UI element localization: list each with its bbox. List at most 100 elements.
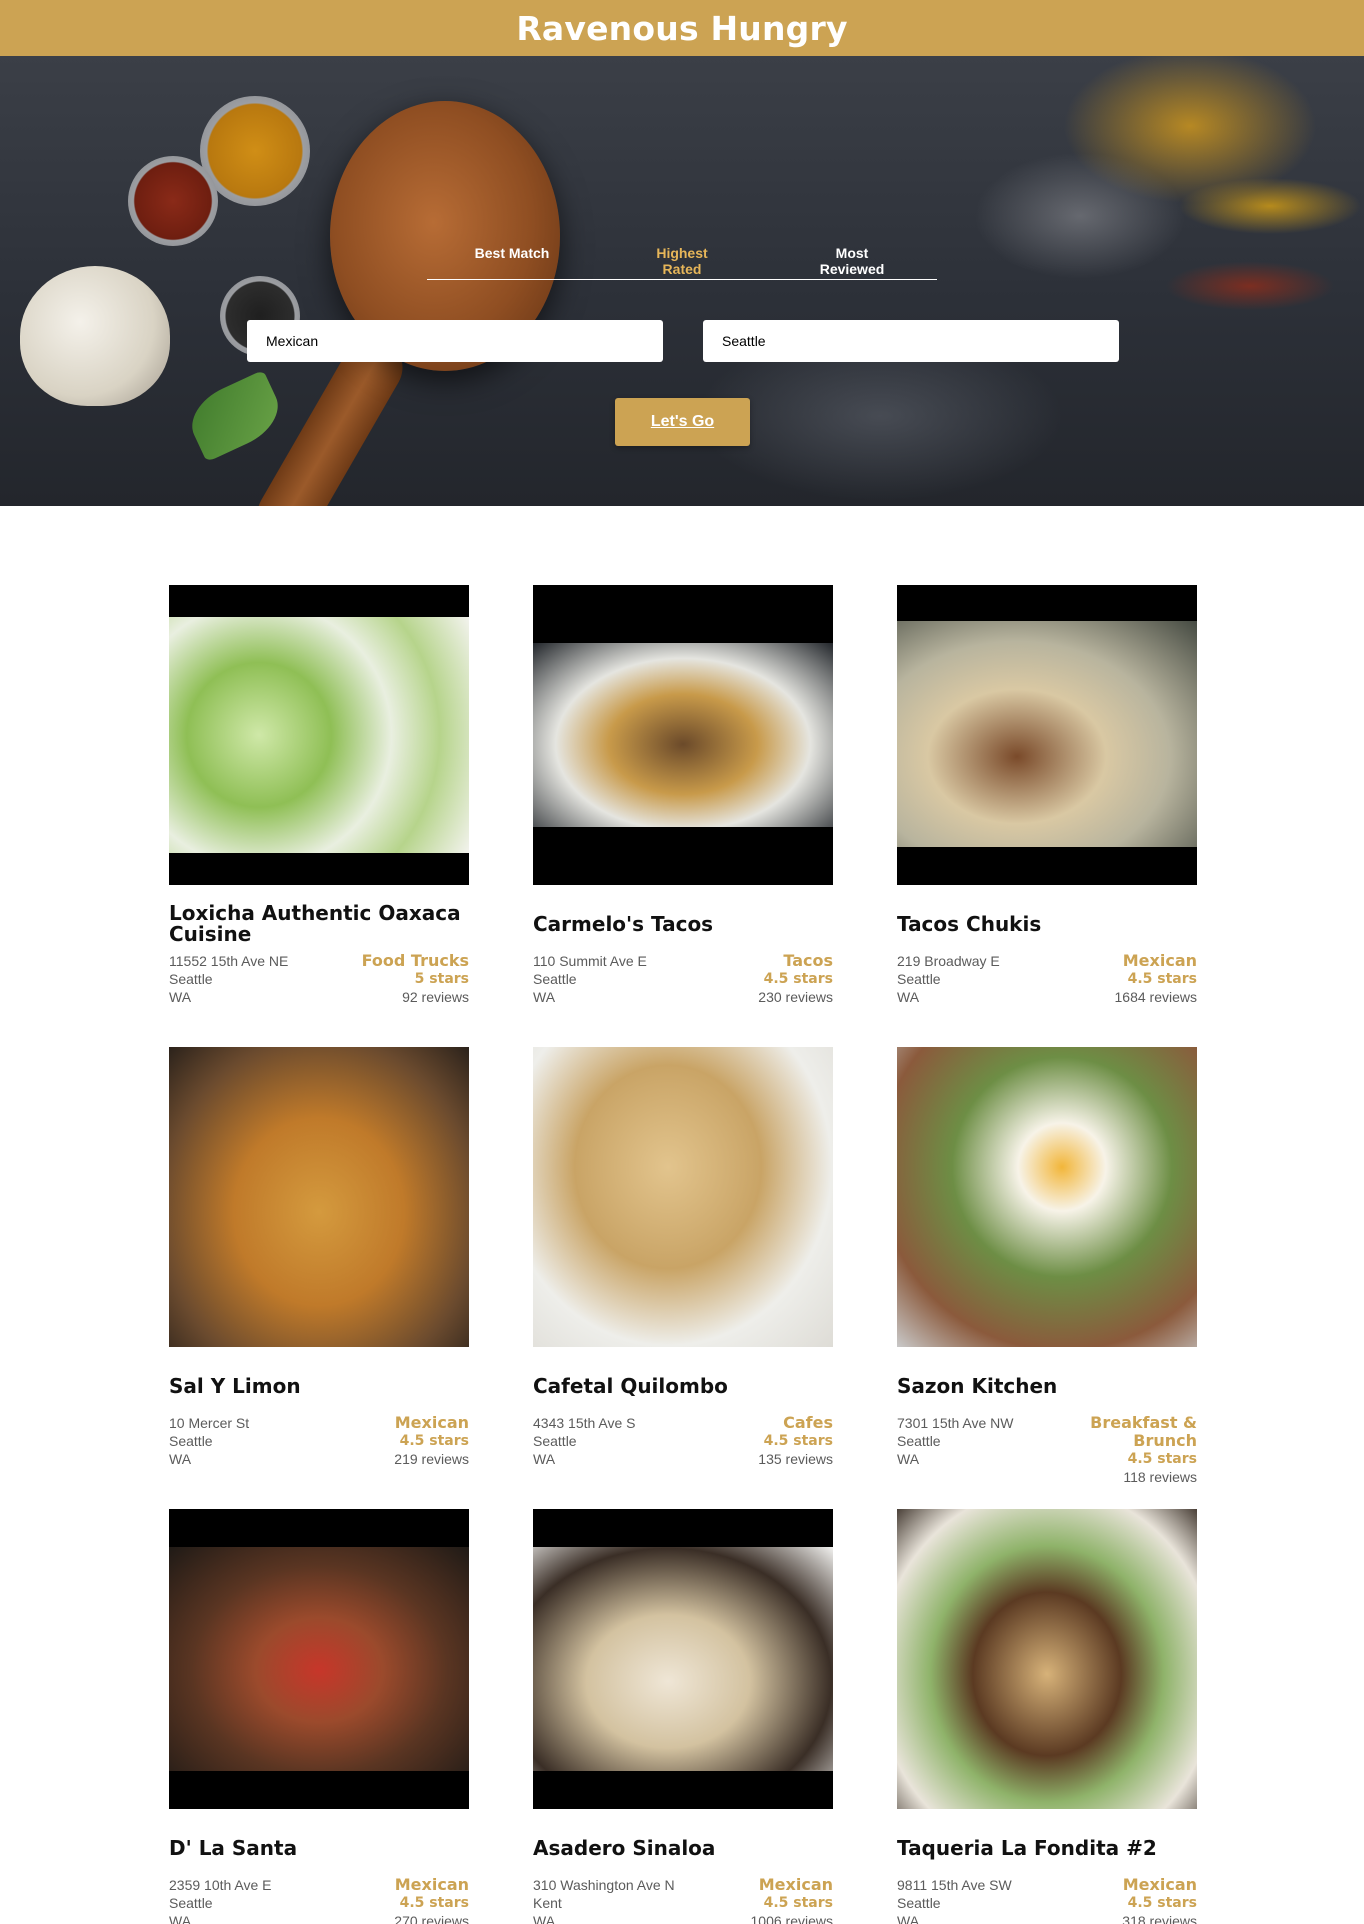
business-category: Mexican bbox=[758, 1875, 833, 1894]
food-photo bbox=[169, 1047, 469, 1347]
review-count: 135 reviews bbox=[758, 1451, 833, 1467]
business-category: Food Trucks bbox=[361, 951, 469, 970]
business-reviews: Mexican 4.5 stars 270 reviews bbox=[394, 1876, 469, 1924]
business-reviews: Mexican 4.5 stars 1684 reviews bbox=[1115, 952, 1198, 1006]
business-reviews: Breakfast & Brunch 4.5 stars 118 reviews bbox=[1077, 1414, 1197, 1486]
business-address: 7301 15th Ave NW Seattle WA bbox=[897, 1414, 1013, 1486]
address-state: WA bbox=[897, 1913, 920, 1924]
address-state: WA bbox=[897, 1451, 920, 1467]
review-count: 230 reviews bbox=[758, 989, 833, 1005]
business-address: 110 Summit Ave E Seattle WA bbox=[533, 952, 647, 1006]
address-city: Seattle bbox=[169, 971, 213, 987]
business-reviews: Mexican 4.5 stars 219 reviews bbox=[394, 1414, 469, 1468]
sort-best-match[interactable]: Best Match bbox=[472, 184, 552, 279]
lets-go-button[interactable]: Let's Go bbox=[615, 398, 750, 446]
business-reviews: Cafes 4.5 stars 135 reviews bbox=[758, 1414, 833, 1468]
address-city: Seattle bbox=[897, 1433, 941, 1449]
business-card[interactable]: Asadero Sinaloa 310 Washington Ave N Ken… bbox=[533, 1509, 833, 1924]
address-street: 7301 15th Ave NW bbox=[897, 1415, 1014, 1431]
business-address: 11552 15th Ave NE Seattle WA bbox=[169, 952, 288, 1006]
food-photo bbox=[533, 1547, 833, 1771]
food-photo bbox=[897, 1047, 1197, 1347]
address-city: Seattle bbox=[897, 1895, 941, 1911]
business-card[interactable]: Tacos Chukis 219 Broadway E Seattle WA M… bbox=[897, 585, 1197, 1047]
review-count: 1684 reviews bbox=[1114, 989, 1198, 1005]
business-image bbox=[533, 1047, 833, 1347]
address-state: WA bbox=[533, 1913, 556, 1924]
search-location-input[interactable] bbox=[703, 320, 1119, 362]
address-state: WA bbox=[897, 989, 920, 1005]
business-card[interactable]: Carmelo's Tacos 110 Summit Ave E Seattle… bbox=[533, 585, 833, 1047]
turmeric-spoon-image bbox=[200, 96, 310, 206]
business-name: Asadero Sinaloa bbox=[533, 1835, 716, 1860]
review-count: 118 reviews bbox=[1123, 1469, 1197, 1485]
business-card[interactable]: Cafetal Quilombo 4343 15th Ave S Seattle… bbox=[533, 1047, 833, 1509]
address-street: 11552 15th Ave NE bbox=[169, 953, 289, 969]
business-card[interactable]: Loxicha Authentic Oaxaca Cuisine 11552 1… bbox=[169, 585, 469, 1047]
business-card[interactable]: Taqueria La Fondita #2 9811 15th Ave SW … bbox=[897, 1509, 1197, 1924]
paprika-spoon-image bbox=[128, 156, 218, 246]
business-name: Tacos Chukis bbox=[897, 911, 1042, 936]
business-information: 7301 15th Ave NW Seattle WA Breakfast & … bbox=[897, 1414, 1197, 1486]
business-information: 2359 10th Ave E Seattle WA Mexican 4.5 s… bbox=[169, 1876, 469, 1924]
review-count: 219 reviews bbox=[394, 1451, 469, 1467]
business-rating: 5 stars bbox=[414, 971, 469, 987]
business-reviews: Mexican 4.5 stars 1006 reviews bbox=[751, 1876, 834, 1924]
business-name: Sazon Kitchen bbox=[897, 1373, 1058, 1398]
business-address: 310 Washington Ave N Kent WA bbox=[533, 1876, 675, 1924]
address-street: 110 Summit Ave E bbox=[533, 953, 647, 969]
address-city: Seattle bbox=[533, 1433, 577, 1449]
business-image bbox=[169, 1509, 469, 1809]
business-card[interactable]: Sal Y Limon 10 Mercer St Seattle WA Mexi… bbox=[169, 1047, 469, 1509]
business-category: Mexican bbox=[394, 1413, 469, 1432]
food-photo bbox=[533, 643, 833, 827]
address-city: Seattle bbox=[533, 971, 577, 987]
business-rating: 4.5 stars bbox=[763, 1433, 833, 1449]
business-category: Tacos bbox=[783, 951, 833, 970]
business-name: Loxicha Authentic Oaxaca Cuisine bbox=[169, 901, 461, 946]
business-reviews: Mexican 4.5 stars 318 reviews bbox=[1122, 1876, 1197, 1924]
business-information: 4343 15th Ave S Seattle WA Cafes 4.5 sta… bbox=[533, 1414, 833, 1468]
business-information: 110 Summit Ave E Seattle WA Tacos 4.5 st… bbox=[533, 952, 833, 1006]
sort-options: Best Match Highest Rated Most Reviewed bbox=[427, 184, 937, 280]
business-rating: 4.5 stars bbox=[399, 1895, 469, 1911]
address-state: WA bbox=[533, 989, 556, 1005]
business-address: 10 Mercer St Seattle WA bbox=[169, 1414, 249, 1468]
address-street: 310 Washington Ave N bbox=[533, 1877, 675, 1893]
business-information: 219 Broadway E Seattle WA Mexican 4.5 st… bbox=[897, 952, 1197, 1006]
address-street: 2359 10th Ave E bbox=[169, 1877, 272, 1893]
business-name: D' La Santa bbox=[169, 1835, 298, 1860]
business-category: Cafes bbox=[783, 1413, 833, 1432]
business-reviews: Food Trucks 5 stars 92 reviews bbox=[362, 952, 469, 1006]
address-state: WA bbox=[169, 1913, 192, 1924]
garlic-image bbox=[20, 266, 170, 406]
business-image bbox=[533, 585, 833, 885]
business-image bbox=[533, 1509, 833, 1809]
review-count: 318 reviews bbox=[1122, 1913, 1197, 1924]
address-city: Seattle bbox=[169, 1895, 213, 1911]
business-rating: 4.5 stars bbox=[1127, 971, 1197, 987]
business-name: Carmelo's Tacos bbox=[533, 911, 714, 936]
sort-highest-rated[interactable]: Highest Rated bbox=[642, 184, 722, 279]
address-street: 9811 15th Ave SW bbox=[897, 1877, 1012, 1893]
business-address: 2359 10th Ave E Seattle WA bbox=[169, 1876, 272, 1924]
business-rating: 4.5 stars bbox=[763, 1895, 833, 1911]
sort-most-reviewed[interactable]: Most Reviewed bbox=[812, 184, 892, 279]
business-image bbox=[169, 1047, 469, 1347]
food-photo bbox=[169, 617, 469, 853]
business-name: Cafetal Quilombo bbox=[533, 1373, 728, 1398]
business-name: Sal Y Limon bbox=[169, 1373, 301, 1398]
search-bar: Best Match Highest Rated Most Reviewed L… bbox=[0, 56, 1364, 506]
search-terms-input[interactable] bbox=[247, 320, 663, 362]
address-street: 4343 15th Ave S bbox=[533, 1415, 636, 1431]
review-count: 270 reviews bbox=[394, 1913, 469, 1924]
business-information: 9811 15th Ave SW Seattle WA Mexican 4.5 … bbox=[897, 1876, 1197, 1924]
business-image bbox=[897, 585, 1197, 885]
business-category: Mexican bbox=[394, 1875, 469, 1894]
business-address: 219 Broadway E Seattle WA bbox=[897, 952, 1000, 1006]
business-information: 310 Washington Ave N Kent WA Mexican 4.5… bbox=[533, 1876, 833, 1924]
business-rating: 4.5 stars bbox=[763, 971, 833, 987]
business-rating: 4.5 stars bbox=[1127, 1895, 1197, 1911]
business-card[interactable]: Sazon Kitchen 7301 15th Ave NW Seattle W… bbox=[897, 1047, 1197, 1509]
business-card[interactable]: D' La Santa 2359 10th Ave E Seattle WA M… bbox=[169, 1509, 469, 1924]
